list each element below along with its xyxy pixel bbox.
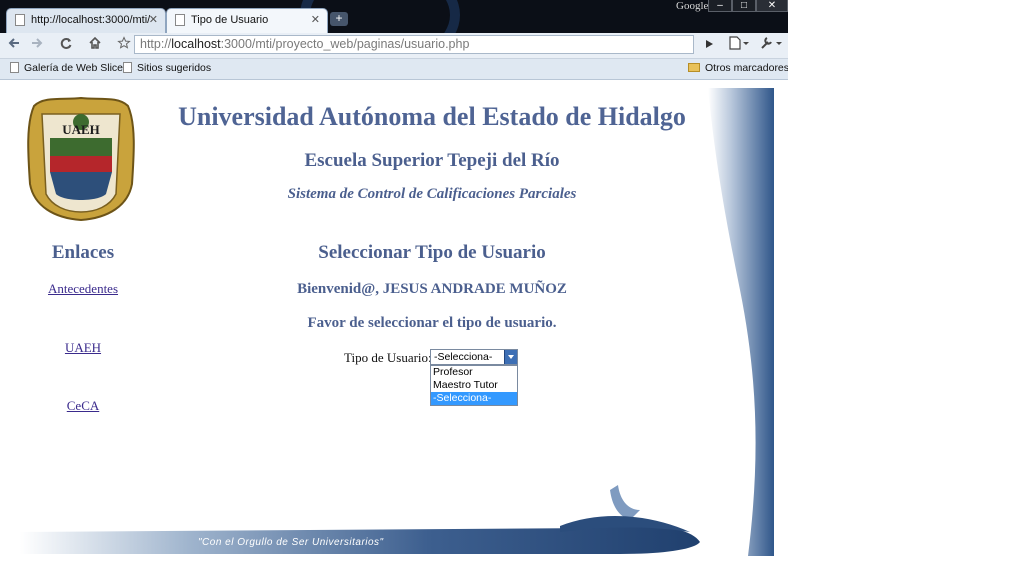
link-antecedentes[interactable]: Antecedentes <box>30 281 136 297</box>
wrench-icon[interactable] <box>758 36 784 54</box>
close-tab-icon[interactable]: ✕ <box>311 9 320 32</box>
links-heading: Enlaces <box>51 242 115 263</box>
link-uaeh[interactable]: UAEH <box>30 340 136 356</box>
bookmark-label: Otros marcadores <box>705 62 788 74</box>
tab-label: http://localhost:3000/mti/ <box>31 14 151 26</box>
uaeh-logo: UAEH <box>27 96 135 222</box>
browser-brand: Google <box>676 0 709 12</box>
maximize-button[interactable]: □ <box>732 0 756 12</box>
bookmark-sitios-sugeridos[interactable]: Sitios sugeridos <box>123 62 211 74</box>
browser-window: http://localhost:3000/mti/ ✕ Tipo de Usu… <box>0 0 788 576</box>
tab-label: Tipo de Usuario <box>191 14 269 26</box>
system-title: Sistema de Control de Calificaciones Par… <box>287 186 577 202</box>
bookmark-label: Sitios sugeridos <box>137 62 212 74</box>
title-bar: http://localhost:3000/mti/ ✕ Tipo de Usu… <box>0 0 788 33</box>
instruction-text: Favor de seleccionar el tipo de usuario. <box>307 315 557 331</box>
user-type-options: Profesor Maestro Tutor -Selecciona- <box>430 365 518 406</box>
page-icon <box>10 62 19 73</box>
bookmarks-bar: Galería de Web Slice Sitios sugeridos Ot… <box>0 59 788 80</box>
chevron-down-icon[interactable] <box>504 350 517 364</box>
page-viewport: UAEH Universidad Autónoma del Estado de … <box>0 80 788 576</box>
forward-arrow-icon[interactable] <box>28 36 46 54</box>
home-icon[interactable] <box>86 36 104 54</box>
page-icon <box>15 14 25 26</box>
page-title: Seleccionar Tipo de Usuario <box>318 242 546 263</box>
tab-localhost[interactable]: http://localhost:3000/mti/ ✕ <box>6 8 166 33</box>
play-icon[interactable] <box>700 36 718 54</box>
back-arrow-icon[interactable] <box>5 36 23 54</box>
browser-toolbar: http://localhost:3000/mti/proyecto_web/p… <box>0 33 788 59</box>
url-host: localhost <box>171 37 221 51</box>
other-bookmarks[interactable]: Otros marcadores <box>688 62 788 74</box>
option-maestro-tutor[interactable]: Maestro Tutor <box>431 379 517 392</box>
close-tab-icon[interactable]: ✕ <box>149 9 158 32</box>
school-title: Escuela Superior Tepeji del Río <box>304 150 560 171</box>
logo-text: UAEH <box>62 122 100 137</box>
user-type-label: Tipo de Usuario: <box>344 350 432 365</box>
option-profesor[interactable]: Profesor <box>431 366 517 379</box>
new-tab-button[interactable]: + <box>330 12 348 26</box>
tab-tipo-de-usuario[interactable]: Tipo de Usuario ✕ <box>166 8 328 33</box>
minimize-button[interactable]: – <box>708 0 732 12</box>
folder-icon <box>688 63 700 72</box>
select-value: -Selecciona- <box>434 351 493 363</box>
university-title: Universidad Autónoma del Estado de Hidal… <box>178 102 686 131</box>
footer-motto: "Con el Orgullo de Ser Universitarios" <box>198 537 384 548</box>
link-ceca[interactable]: CeCA <box>30 398 136 414</box>
welcome-message: Bienvenid@, JESUS ANDRADE MUÑOZ <box>297 281 567 297</box>
url-prefix: http:// <box>140 37 172 51</box>
address-bar[interactable]: http://localhost:3000/mti/proyecto_web/p… <box>134 35 694 54</box>
page-menu-icon[interactable] <box>727 36 751 54</box>
close-window-button[interactable]: ✕ <box>756 0 788 12</box>
page-icon <box>175 14 185 26</box>
user-type-select[interactable]: -Selecciona- <box>430 349 518 365</box>
url-path: :3000/mti/proyecto_web/paginas/usuario.p… <box>220 37 470 51</box>
star-icon[interactable] <box>115 36 133 54</box>
reload-icon[interactable] <box>57 36 75 54</box>
bookmark-web-slice[interactable]: Galería de Web Slice <box>10 62 123 74</box>
page-icon <box>123 62 132 73</box>
option-selecciona[interactable]: -Selecciona- <box>431 392 517 405</box>
bookmark-label: Galería de Web Slice <box>24 62 124 74</box>
